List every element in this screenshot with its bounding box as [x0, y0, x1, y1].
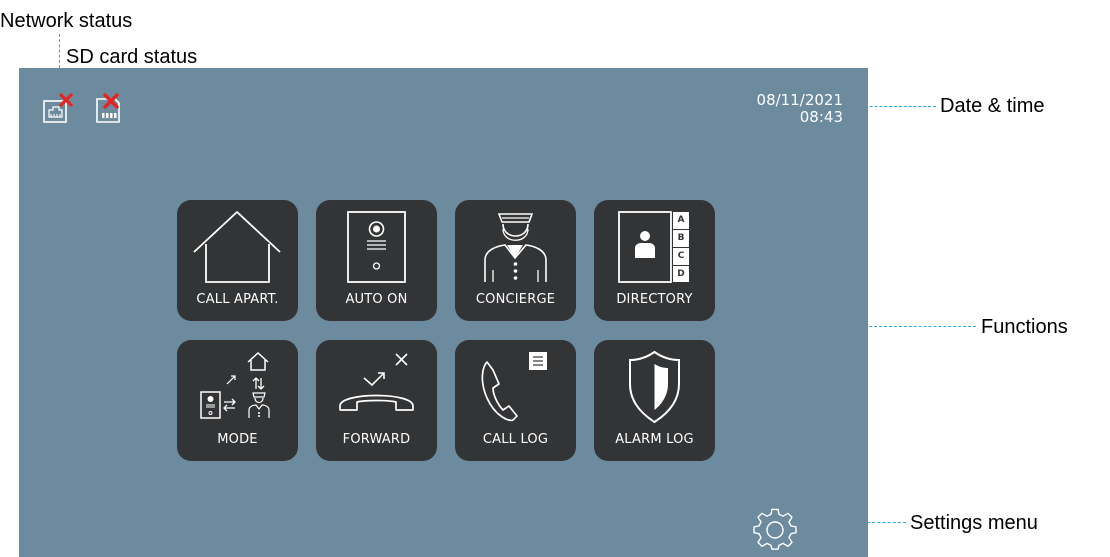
- directory-label: DIRECTORY: [616, 292, 693, 307]
- concierge-label: CONCIERGE: [475, 292, 556, 307]
- call-apartment-button[interactable]: CALL APART.: [177, 200, 298, 321]
- settings-button[interactable]: [753, 508, 797, 552]
- settings-menu-callout: Settings menu: [910, 512, 1038, 534]
- directory-letter-a: A: [677, 215, 685, 225]
- gear-icon: [753, 508, 797, 550]
- date-time-connector: [860, 106, 936, 107]
- sd-card-status-icon[interactable]: [93, 93, 127, 125]
- device-screen: 08/11/2021 08:43 CALL APART. AUTO ON CON…: [19, 68, 868, 557]
- directory-letter-d: D: [677, 269, 685, 279]
- functions-callout: Functions: [981, 316, 1068, 338]
- directory-letter-c: C: [677, 251, 685, 261]
- concierge-button[interactable]: CONCIERGE: [455, 200, 576, 321]
- alarm-log-button[interactable]: ALARM LOG: [594, 340, 715, 461]
- network-status-callout: Network status: [0, 10, 133, 32]
- directory-button[interactable]: A B C D DIRECTORY: [594, 200, 715, 321]
- forward-label: FORWARD: [342, 432, 411, 447]
- call-log-label: CALL LOG: [482, 432, 549, 447]
- sd-card-status-callout: SD card status: [66, 46, 198, 68]
- mode-button[interactable]: MODE: [177, 340, 298, 461]
- auto-on-label: AUTO ON: [345, 292, 408, 307]
- date-time-display: 08/11/2021 08:43: [757, 92, 843, 126]
- directory-letter-b: B: [677, 233, 685, 243]
- time-text: 08:43: [799, 108, 843, 126]
- date-text: 08/11/2021: [756, 91, 843, 109]
- call-apartment-label: CALL APART.: [196, 292, 279, 307]
- mode-label: MODE: [217, 432, 258, 447]
- date-time-callout: Date & time: [940, 95, 1045, 117]
- forward-button[interactable]: FORWARD: [316, 340, 437, 461]
- alarm-log-label: ALARM LOG: [615, 432, 694, 447]
- network-status-icon[interactable]: [41, 93, 75, 125]
- auto-on-button[interactable]: AUTO ON: [316, 200, 437, 321]
- call-log-button[interactable]: CALL LOG: [455, 340, 576, 461]
